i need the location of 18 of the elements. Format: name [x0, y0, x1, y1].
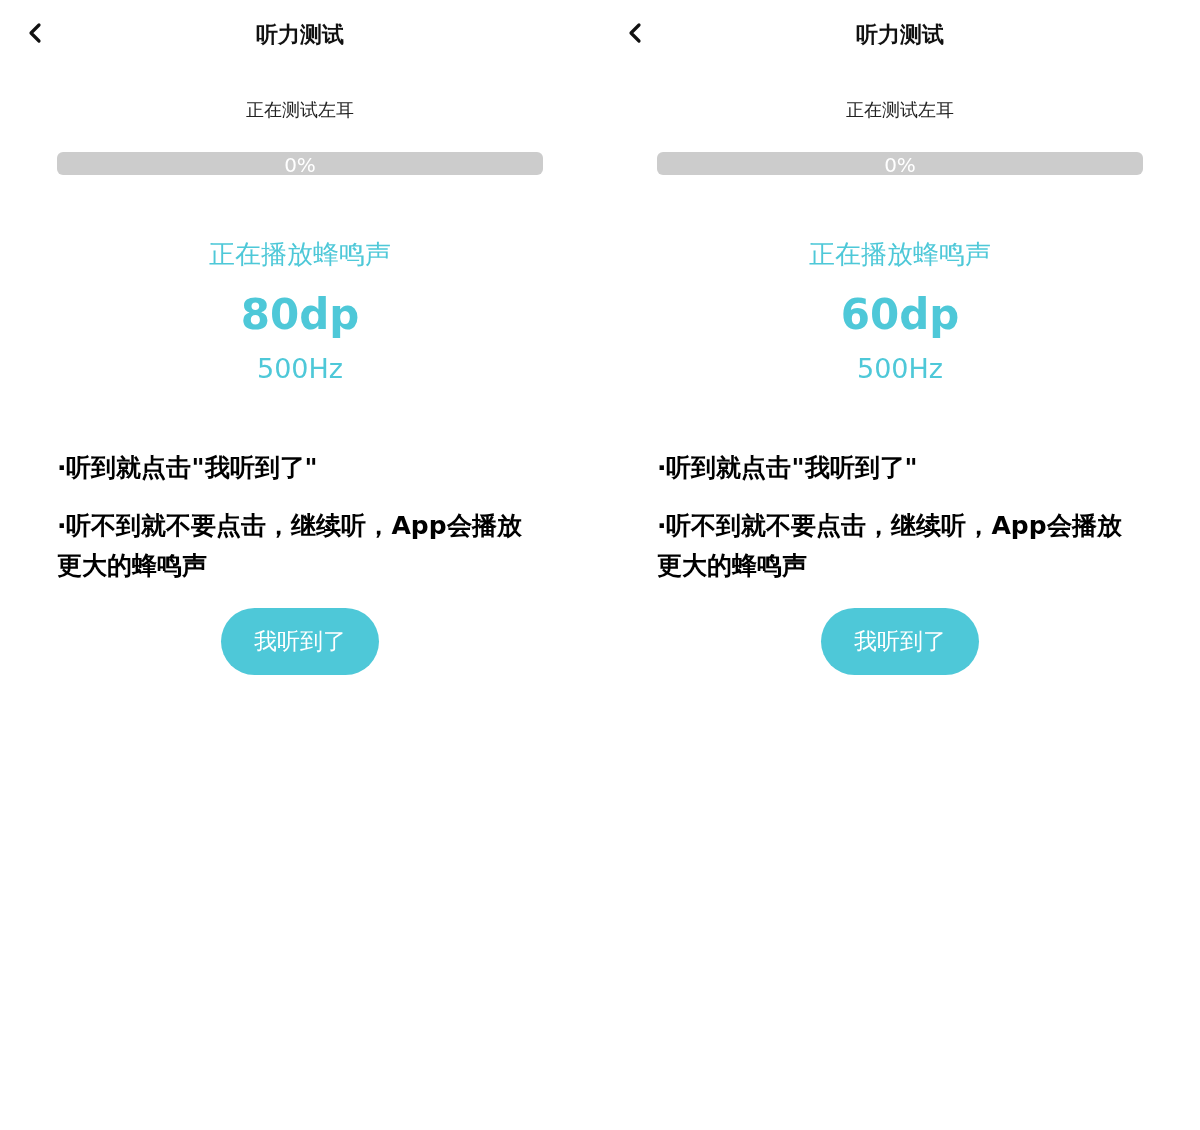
test-ear-label: 正在测试左耳: [246, 98, 354, 122]
frequency-value: 500Hz: [857, 353, 943, 384]
frequency-value: 500Hz: [257, 353, 343, 384]
screen-title: 听力测试: [256, 21, 344, 49]
test-ear-label: 正在测试左耳: [846, 98, 954, 122]
heard-button[interactable]: 我听到了: [221, 608, 379, 675]
status-label: 正在播放蜂鸣声: [809, 238, 991, 271]
instruction-text: ·听不到就不要点击，继续听，App会播放更大的蜂鸣声: [657, 510, 1123, 582]
instruction-text: ·听到就点击"我听到了": [57, 452, 319, 484]
screen-title: 听力测试: [856, 21, 944, 49]
status-label: 正在播放蜂鸣声: [209, 238, 391, 271]
instruction-text: ·听不到就不要点击，继续听，App会播放更大的蜂鸣声: [57, 510, 523, 582]
back-icon[interactable]: [627, 22, 643, 44]
volume-value: 60dp: [840, 290, 960, 339]
back-icon[interactable]: [27, 22, 43, 44]
volume-value: 80dp: [240, 290, 360, 339]
instruction-text: ·听到就点击"我听到了": [657, 452, 919, 484]
heard-button[interactable]: 我听到了: [821, 608, 979, 675]
